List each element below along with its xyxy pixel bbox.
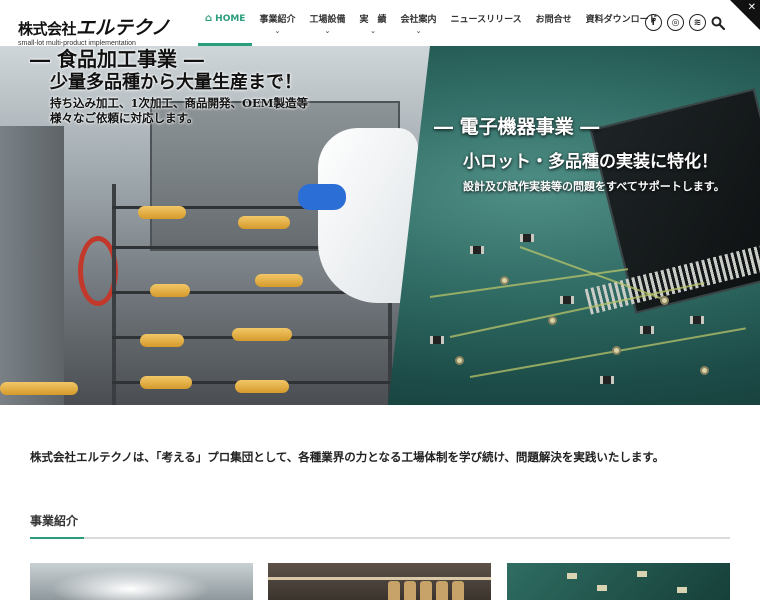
main-nav: ⌂ HOME 事業紹介 ⌄ 工場設備 ⌄ 実 績 ⌄ 会社案内 ⌄ ニュースリリー…	[198, 0, 665, 46]
business-card-electronics[interactable]	[507, 563, 730, 600]
company-tagline: 株式会社エルテクノは、「考える」プロ集団として、各種業界の力となる工場体制を学び…	[30, 450, 665, 464]
nav-factory[interactable]: 工場設備 ⌄	[302, 0, 352, 46]
hero-banner: ― 食品加工事業 ― 少量多品種から大量生産まで！ 持ち込み加工、1次加工、商品…	[0, 46, 760, 405]
food-business-lead: 少量多品種から大量生産まで！	[50, 72, 302, 93]
site-logo[interactable]: 株式会社エルテクノ small-lot multi-product implem…	[18, 13, 170, 47]
business-card-products[interactable]	[268, 563, 491, 600]
rss-icon[interactable]: ≋	[689, 14, 706, 31]
close-icon[interactable]: ✕	[748, 2, 756, 13]
chevron-down-icon: ⌄	[415, 27, 422, 35]
facebook-icon[interactable]: f	[645, 14, 662, 31]
home-icon: ⌂	[205, 13, 213, 24]
search-icon[interactable]	[711, 16, 725, 30]
nav-home[interactable]: ⌂ HOME	[198, 0, 253, 46]
nav-contact[interactable]: お問合せ	[529, 0, 579, 46]
chevron-down-icon: ⌄	[370, 27, 376, 35]
nav-company[interactable]: 会社案内 ⌄	[394, 0, 444, 46]
section-divider	[30, 537, 730, 539]
chevron-down-icon: ⌄	[274, 27, 281, 35]
electronics-business-title: ― 電子機器事業 ―	[434, 116, 600, 138]
electronics-business-desc: 設計及び試作実装等の問題をすべてサポートします。	[463, 180, 725, 193]
logo-tagline: small-lot multi-product implementation	[18, 40, 136, 47]
chevron-down-icon: ⌄	[324, 27, 331, 35]
business-card-food[interactable]	[30, 563, 253, 600]
electronics-business-lead: 小ロット・多品種の実装に特化！	[463, 152, 718, 172]
instagram-icon[interactable]: ◎	[667, 14, 684, 31]
logo-wordmark: 株式会社エルテクノ	[18, 17, 170, 39]
nav-results[interactable]: 実 績 ⌄	[353, 0, 394, 46]
site-header: 株式会社エルテクノ small-lot multi-product implem…	[0, 0, 760, 47]
section-divider-accent	[30, 537, 84, 539]
nav-business[interactable]: 事業紹介 ⌄	[252, 0, 302, 46]
section-title: 事業紹介	[30, 514, 79, 528]
nav-news[interactable]: ニュースリリース	[444, 0, 529, 46]
food-business-desc: 持ち込み加工、1次加工、商品開発、OEM製造等 様々なご依頼に対応します。	[50, 96, 309, 125]
